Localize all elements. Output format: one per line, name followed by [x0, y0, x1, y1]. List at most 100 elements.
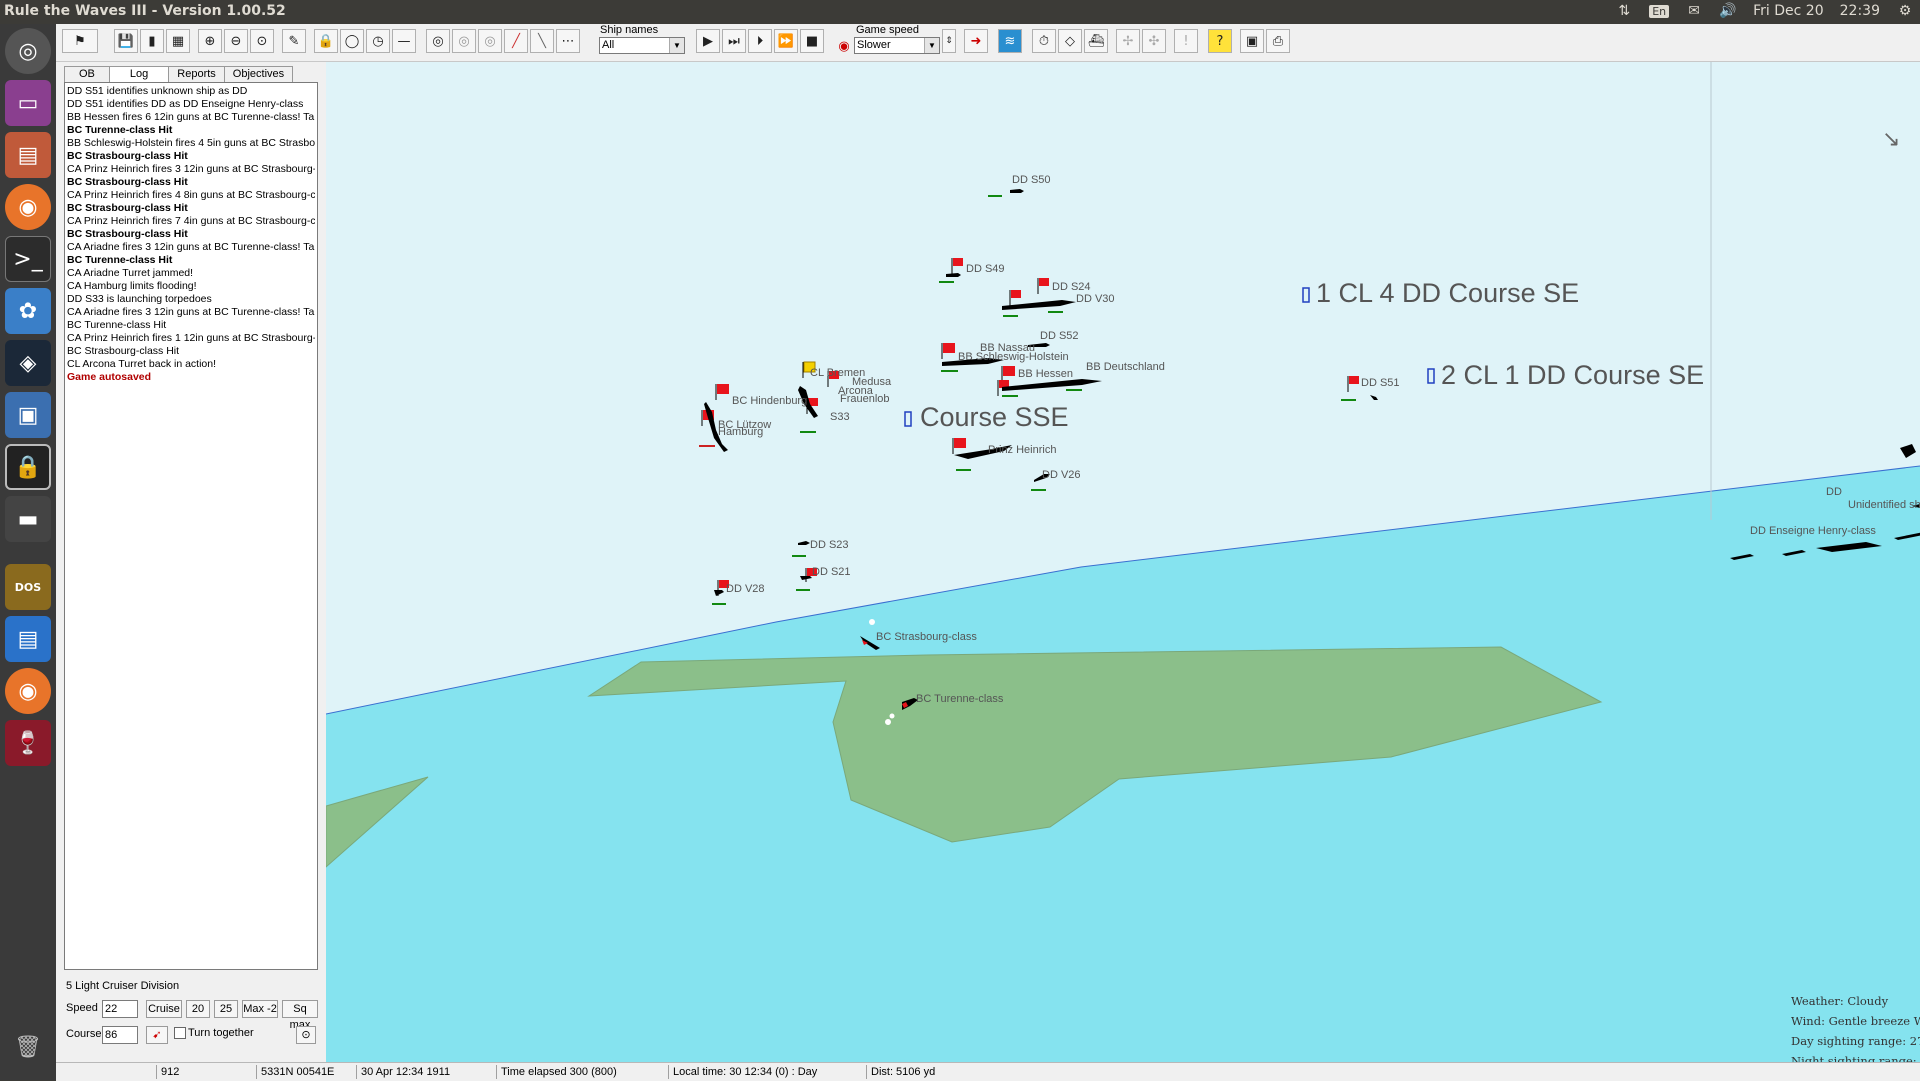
help-icon[interactable]: ? — [1208, 29, 1232, 53]
contact-marker[interactable] — [904, 411, 912, 427]
speed-target-icon[interactable]: ◉ — [836, 38, 852, 54]
dash-icon[interactable]: ◎ — [5, 28, 51, 74]
ship-icon[interactable]: ⛴ — [1084, 29, 1108, 53]
dosbox-icon[interactable]: DOS — [5, 564, 51, 610]
paint-icon[interactable]: ✿ — [5, 288, 51, 334]
terminal-icon[interactable]: >_ — [5, 236, 51, 282]
range-circle-light-icon[interactable]: ◎ — [478, 29, 502, 53]
steam-icon[interactable]: ◈ — [5, 340, 51, 386]
speed-25-button[interactable]: 25 — [214, 1000, 238, 1018]
status-date: 30 Apr 12:34 1911 — [356, 1065, 450, 1079]
lock-icon[interactable]: 🔒 — [5, 444, 51, 490]
zoom-out-icon[interactable]: ⊖ — [224, 29, 248, 53]
sq-max-button[interactable]: Sq max — [282, 1000, 318, 1031]
firefox-icon[interactable]: ◉ — [5, 184, 51, 230]
log-entry: BB Hessen fires 6 12in guns at BC Turenn… — [67, 111, 315, 123]
grey-line-icon[interactable]: ╲ — [530, 29, 554, 53]
tab-ob[interactable]: OB — [64, 66, 110, 82]
max-minus-2-button[interactable]: Max -2 — [242, 1000, 278, 1018]
ship-marker[interactable]: DD S50 — [988, 174, 1051, 197]
ship-marker[interactable]: DD S23 — [792, 539, 849, 557]
volume-icon[interactable]: 🔊 — [1719, 2, 1737, 20]
log-list[interactable]: DD S51 identifies unknown ship as DD DD S… — [64, 82, 318, 970]
step-30-icon[interactable]: ⏩ — [774, 29, 798, 53]
tab-log[interactable]: Log — [108, 66, 170, 82]
step-5-icon[interactable]: ⏭ — [722, 29, 746, 53]
ship-label: Hamburg — [718, 426, 763, 438]
battle-map[interactable]: ↘ 1 CL 4 DD Course SE 2 CL 1 DD Course S… — [326, 62, 1920, 1080]
course-spinner[interactable]: 86 — [102, 1026, 138, 1044]
ship-marker[interactable]: DD V28 — [712, 580, 765, 605]
clock-date[interactable]: Fri Dec 20 — [1753, 3, 1824, 19]
stopwatch-icon[interactable]: ⏱ — [1032, 29, 1056, 53]
map-canvas[interactable]: ↘ 1 CL 4 DD Course SE 2 CL 1 DD Course S… — [326, 62, 1920, 1080]
tool-disabled-2-icon[interactable]: ✣ — [1142, 29, 1166, 53]
screenshot-icon[interactable]: ▣ — [1240, 29, 1264, 53]
ship-names-select[interactable]: All ▼ — [599, 37, 685, 54]
target-icon[interactable]: ⊙ — [296, 1026, 316, 1044]
flag-icon[interactable]: ⚑ — [62, 29, 98, 53]
sea-view-icon[interactable]: ≋ — [998, 29, 1022, 53]
ship-label: Prinz Heinrich — [988, 444, 1056, 456]
speed-20-button[interactable]: 20 — [186, 1000, 210, 1018]
tab-reports[interactable]: Reports — [168, 66, 225, 82]
ship-marker[interactable]: CL Bremen Medusa Arcona Frauenlob S33 — [798, 361, 892, 433]
keyboard-language-indicator[interactable]: En — [1649, 4, 1670, 18]
circle-icon[interactable]: ◯ — [340, 29, 364, 53]
game-speed-select[interactable]: Slower ▼ — [854, 37, 940, 54]
speed-spinner-icon[interactable]: ⇕ — [942, 29, 956, 53]
firefox-alt-icon[interactable]: ◉ — [5, 668, 51, 714]
eraser-icon[interactable]: ◇ — [1058, 29, 1082, 53]
zoom-fit-icon[interactable]: ⊙ — [250, 29, 274, 53]
clock-time[interactable]: 22:39 — [1840, 3, 1880, 19]
network-icon[interactable]: ⇅ — [1615, 2, 1633, 20]
files-icon[interactable]: ▭ — [5, 80, 51, 126]
dots-icon[interactable]: ⋯ — [556, 29, 580, 53]
step-15-icon[interactable]: ⏵ — [748, 29, 772, 53]
play-step-icon[interactable]: ▶ — [696, 29, 720, 53]
range-circle-green-icon[interactable]: ◎ — [426, 29, 450, 53]
archive-icon[interactable]: ▤ — [5, 132, 51, 178]
set-course-arrow-icon[interactable]: ➹ — [146, 1026, 168, 1044]
brush-icon[interactable]: ✎ — [282, 29, 306, 53]
turn-together-checkbox[interactable] — [174, 1027, 186, 1039]
drive-icon[interactable]: ▬ — [5, 496, 51, 542]
ship-marker[interactable]: DD V26 — [1031, 469, 1081, 491]
grid-icon[interactable]: ▦ — [166, 29, 190, 53]
ship-marker[interactable]: DD S51 — [1341, 376, 1400, 401]
settings-gear-icon[interactable]: ⚙ — [1896, 2, 1914, 20]
ship-marker[interactable]: BB Deutschland BB Hessen — [997, 361, 1165, 397]
book-icon[interactable]: ▮ — [140, 29, 164, 53]
clock-icon[interactable]: ◷ — [366, 29, 390, 53]
lock-map-icon[interactable]: 🔒 — [314, 29, 338, 53]
red-arrow-icon[interactable]: ➜ — [964, 29, 988, 53]
speed-spinner[interactable]: 22 — [102, 1000, 138, 1018]
day-sighting-text: Day sighting range: 27,000 yds — [1791, 1034, 1920, 1048]
log-entry: CA Hamburg limits flooding! — [67, 280, 197, 292]
writer-icon[interactable]: ▤ — [5, 616, 51, 662]
log-entry: CA Prinz Heinrich fires 3 12in guns at B… — [67, 163, 315, 175]
ship-marker[interactable]: DD S52 — [1028, 330, 1079, 347]
ship-marker[interactable]: DD S24 DD V30 — [1002, 278, 1115, 317]
stop-icon[interactable]: ■ — [800, 29, 824, 53]
ship-marker[interactable]: DD S49 — [939, 258, 1005, 283]
wine-icon[interactable]: 🍷 — [5, 720, 51, 766]
printer-icon[interactable]: ⎙ — [1266, 29, 1290, 53]
virtualbox-icon[interactable]: ▣ — [5, 392, 51, 438]
contact-marker[interactable] — [1302, 287, 1310, 303]
ship-marker[interactable]: BC Hindenburg BC Lützow Hamburg — [699, 384, 807, 452]
line-icon[interactable]: — — [392, 29, 416, 53]
cruise-button[interactable]: Cruise — [146, 1000, 182, 1018]
tab-objectives[interactable]: Objectives — [223, 66, 294, 82]
ship-marker[interactable]: DD S21 — [796, 566, 851, 591]
tool-disabled-1-icon[interactable]: ✢ — [1116, 29, 1140, 53]
red-line-icon[interactable]: ╱ — [504, 29, 528, 53]
tool-disabled-3-icon[interactable]: ! — [1174, 29, 1198, 53]
ship-marker[interactable]: Prinz Heinrich — [952, 438, 1056, 471]
range-circle-grey-icon[interactable]: ◎ — [452, 29, 476, 53]
trash-icon[interactable]: 🗑 — [5, 1024, 51, 1070]
zoom-in-icon[interactable]: ⊕ — [198, 29, 222, 53]
mail-icon[interactable]: ✉ — [1685, 2, 1703, 20]
contact-marker[interactable] — [1427, 368, 1435, 384]
save-icon[interactable]: 💾 — [114, 29, 138, 53]
